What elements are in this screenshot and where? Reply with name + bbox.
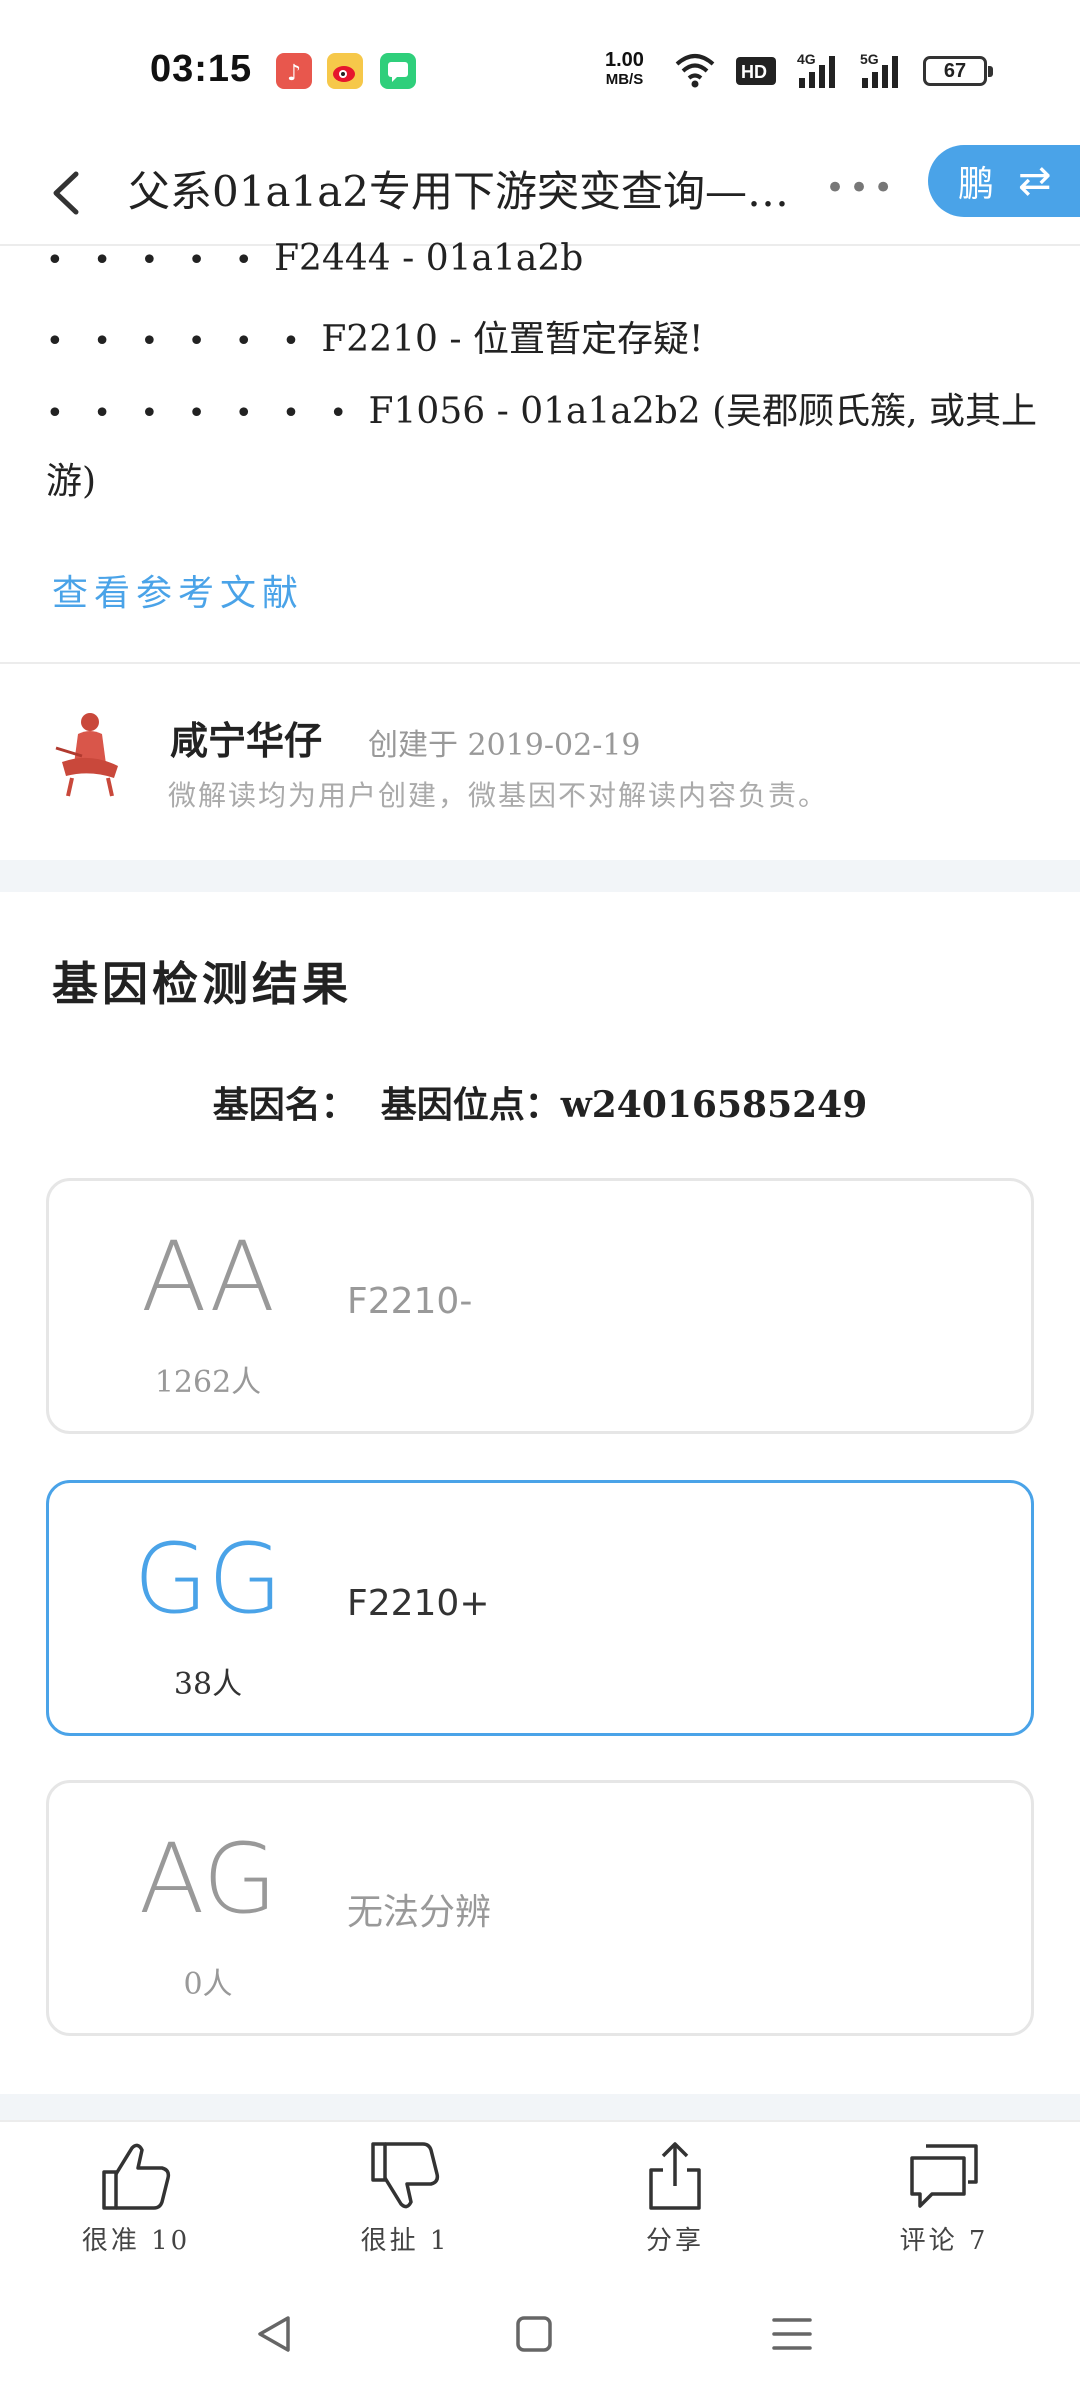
system-nav-bar	[0, 2270, 1080, 2400]
5g-signal-icon: 5G	[860, 51, 898, 88]
tree-line: • • • • • • • F1056 - 01a1a2b2 (吴郡顾氏簇, 或…	[46, 382, 1037, 434]
author-name[interactable]: 咸宁华仔	[170, 710, 322, 765]
page-title: 父系01a1a2专用下游突变查询—…	[128, 167, 789, 216]
genotype-card-aa[interactable]: AA 1262人 F2210-	[46, 1178, 1034, 1434]
swap-icon: ⇄	[1018, 158, 1052, 204]
thumbs-up-icon	[102, 2143, 171, 2210]
status-bar: 03:15 ♪ 1.00 MB/S HD 4G 5G 67	[0, 0, 1080, 140]
created-date: 创建于 2019-02-19	[368, 728, 641, 763]
gene-name-label: 基因名：	[212, 1084, 357, 1126]
nav-back-icon[interactable]	[252, 2312, 296, 2356]
more-options-button[interactable]: •••	[825, 168, 897, 208]
tree-text: F2444 - 01a1a2b	[274, 238, 584, 279]
dislike-label: 很扯 1	[360, 2226, 450, 2256]
svg-text:HD: HD	[741, 62, 767, 82]
genotype-count: 0人	[183, 1967, 233, 2002]
nav-home-icon[interactable]	[512, 2312, 556, 2356]
tree-dots: • • • • • • •	[46, 396, 358, 431]
author-avatar[interactable]	[52, 708, 128, 798]
comment-button[interactable]: 评论 7	[844, 2140, 1044, 2257]
share-icon	[649, 2142, 701, 2210]
genotype-card-ag[interactable]: AG 0人 无法分辨	[46, 1780, 1034, 2036]
tree-dots: • • • • •	[46, 243, 263, 278]
genotype-description: 无法分辨	[347, 1892, 492, 1933]
user-switch-button[interactable]: 鹏 ⇄	[928, 145, 1080, 217]
thumbs-down-icon	[371, 2142, 440, 2209]
tree-text: F2210 - 位置暂定存疑!	[321, 319, 704, 360]
battery-indicator: 67	[923, 56, 993, 86]
tree-text: F1056 - 01a1a2b2 (吴郡顾氏簇, 或其上	[368, 391, 1038, 432]
tree-line: • • • • • • F2210 - 位置暂定存疑!	[46, 310, 703, 362]
genotype-description: F2210+	[347, 1583, 490, 1624]
genotype-label: GG	[133, 1523, 283, 1635]
status-time: 03:15	[150, 48, 253, 90]
net-speed-value: 1.00	[605, 49, 644, 71]
music-app-icon: ♪	[276, 53, 312, 89]
4g-signal-icon: 4G	[797, 51, 835, 88]
net-speed-unit: MB/S	[605, 71, 644, 88]
chat-app-icon	[380, 53, 416, 89]
share-button[interactable]: 分享	[575, 2140, 775, 2257]
svg-text:5G: 5G	[860, 51, 879, 67]
genotype-count: 1262人	[154, 1365, 262, 1400]
app-header: 父系01a1a2专用下游突变查询—… ••• 鹏 ⇄	[0, 140, 1080, 246]
genotype-card-gg[interactable]: GG 38人 F2210+	[46, 1480, 1034, 1736]
genotype-description: F2210-	[347, 1281, 473, 1322]
like-button[interactable]: 很准 10	[36, 2140, 236, 2257]
section-title: 基因检测结果	[52, 957, 352, 1011]
hd-icon: HD	[736, 57, 776, 85]
share-label: 分享	[645, 2226, 704, 2256]
view-references-link[interactable]: 查看参考文献	[52, 564, 304, 616]
genotype-label: AA	[140, 1221, 275, 1333]
tree-line: 游)	[46, 452, 96, 504]
user-switch-label: 鹏	[958, 164, 995, 205]
svg-text:♪: ♪	[287, 61, 301, 86]
gene-site-label: 基因位点：w24016585249	[380, 1084, 868, 1126]
weibo-icon	[327, 53, 363, 89]
nav-menu-icon[interactable]	[770, 2312, 814, 2356]
tree-dots: • • • • • •	[46, 324, 310, 359]
genotype-label: AG	[138, 1823, 278, 1935]
back-arrow-icon[interactable]	[44, 170, 90, 216]
gene-info-row: 基因名： 基因位点：w24016585249	[0, 1076, 1080, 1128]
dislike-button[interactable]: 很扯 1	[305, 2140, 505, 2257]
tree-line: • • • • • F2444 - 01a1a2b	[46, 238, 583, 279]
svg-text:4G: 4G	[797, 51, 816, 67]
divider	[0, 662, 1080, 664]
genotype-count: 38人	[173, 1667, 243, 1702]
like-label: 很准 10	[81, 2226, 191, 2256]
action-bar: 很准 10 很扯 1 分享 评论 7	[0, 2120, 1080, 2270]
disclaimer-text: 微解读均为用户创建，微基因不对解读内容负责。	[168, 779, 829, 812]
section-separator	[0, 860, 1080, 892]
net-speed: 1.00 MB/S	[605, 50, 644, 90]
comment-icon	[910, 2144, 978, 2208]
comment-label: 评论 7	[899, 2226, 989, 2256]
wifi-icon	[675, 54, 715, 88]
tree-text: 游)	[46, 461, 97, 502]
